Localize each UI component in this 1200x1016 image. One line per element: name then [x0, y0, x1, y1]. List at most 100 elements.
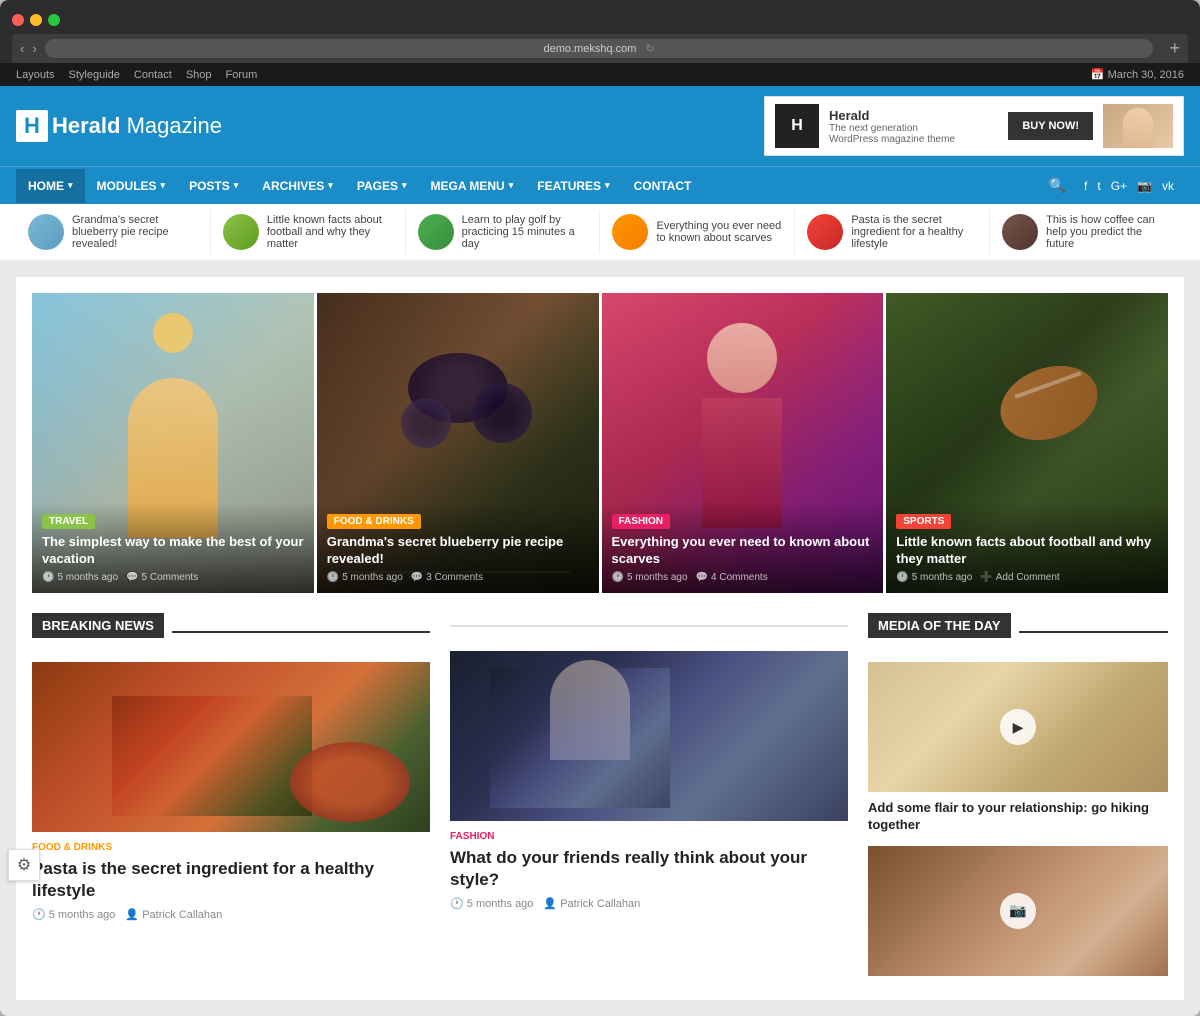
breaking-article-2-image	[450, 651, 848, 821]
ticker-item-2[interactable]: Little known facts about football and wh…	[211, 210, 406, 254]
category-badge-travel: TRAVEL	[42, 514, 95, 529]
blueberry-shape-3	[472, 383, 532, 443]
media-image-2: 📷	[868, 846, 1168, 976]
blueberry-shape-2	[401, 398, 451, 448]
ticker-text-4: Everything you ever need to known about …	[656, 220, 782, 244]
browser-chrome: ‹ › demo.mekshq.com ↻ +	[0, 0, 1200, 63]
nav-item-home[interactable]: HOME ▾	[16, 169, 85, 203]
minimize-button[interactable]	[30, 14, 42, 26]
main-nav: HOME ▾ MODULES ▾ POSTS ▾ ARCHIVES ▾ PAGE…	[0, 166, 1200, 204]
category-badge-food: FOOD & DRINKS	[327, 514, 421, 529]
new-tab-icon[interactable]: +	[1169, 38, 1180, 59]
ticker-thumb-5	[807, 214, 843, 250]
ticker-item-4[interactable]: Everything you ever need to known about …	[600, 210, 795, 254]
clock-icon: 🕐 5 months ago	[450, 897, 533, 910]
browser-dots	[12, 8, 1188, 34]
calendar-icon: 📅	[1091, 69, 1105, 81]
top-nav-styleguide[interactable]: Styleguide	[69, 69, 120, 81]
chevron-down-icon: ▾	[328, 180, 333, 191]
featured-meta-fashion: 🕐 5 months ago 💬 4 Comments	[612, 572, 874, 583]
browser-toolbar: ‹ › demo.mekshq.com ↻ +	[12, 34, 1188, 63]
nav-item-contact[interactable]: CONTACT	[622, 169, 704, 203]
search-icon[interactable]: 🔍	[1041, 167, 1074, 204]
ticker-item-6[interactable]: This is how coffee can help you predict …	[990, 210, 1184, 254]
chevron-down-icon: ▾	[509, 180, 514, 191]
breaking-article-2[interactable]: FASHION What do your friends really thin…	[450, 651, 848, 910]
chevron-down-icon: ▾	[402, 180, 407, 191]
nav-item-pages[interactable]: PAGES ▾	[345, 169, 419, 203]
nav-item-archives[interactable]: ARCHIVES ▾	[250, 169, 345, 203]
featured-item-sports[interactable]: SPORTS Little known facts about football…	[886, 293, 1168, 593]
clock-icon: 🕐 5 months ago	[32, 908, 115, 921]
ticker-item-1[interactable]: Grandma's secret blueberry pie recipe re…	[16, 210, 211, 254]
logo-text: Herald Magazine	[52, 113, 222, 139]
maximize-button[interactable]	[48, 14, 60, 26]
featured-title-travel: The simplest way to make the best of you…	[42, 534, 304, 568]
close-button[interactable]	[12, 14, 24, 26]
author-icon: 👤 Patrick Callahan	[125, 908, 222, 921]
media-of-day-title: Media of the day	[868, 613, 1011, 638]
featured-item-fashion[interactable]: FASHION Everything you ever need to know…	[602, 293, 884, 593]
article-title-2: What do your friends really think about …	[450, 847, 848, 891]
nav-item-posts[interactable]: POSTS ▾	[177, 169, 250, 203]
ticker-text-5: Pasta is the secret ingredient for a hea…	[851, 214, 977, 250]
browser-window: ‹ › demo.mekshq.com ↻ + Layouts Stylegui…	[0, 0, 1200, 1016]
nav-item-mega-menu[interactable]: MEGA MENU ▾	[418, 169, 525, 203]
ticker-item-5[interactable]: Pasta is the secret ingredient for a hea…	[795, 210, 990, 254]
featured-item-travel[interactable]: TRAVEL The simplest way to make the best…	[32, 293, 314, 593]
nav-item-features[interactable]: FEATURES ▾	[525, 169, 621, 203]
ticker-text-2: Little known facts about football and wh…	[267, 214, 393, 250]
top-nav-contact[interactable]: Contact	[134, 69, 172, 81]
ticker-thumb-6	[1002, 214, 1038, 250]
featured-overlay-fashion: FASHION Everything you ever need to know…	[602, 502, 884, 593]
browser-forward-icon[interactable]: ›	[32, 41, 36, 56]
vk-icon[interactable]: vk	[1162, 179, 1174, 193]
comments-icon: 💬 5 Comments	[126, 572, 198, 583]
browser-address-bar[interactable]: demo.mekshq.com ↻	[45, 39, 1154, 58]
breaking-article-1-image	[32, 662, 430, 832]
settings-gear-button[interactable]: ⚙	[8, 849, 40, 881]
camera-button-icon[interactable]: 📷	[1000, 893, 1036, 929]
browser-reload-icon[interactable]: ↻	[645, 43, 654, 55]
comments-icon: 💬 4 Comments	[696, 572, 768, 583]
header-ad-banner[interactable]: H Herald The next generation WordPress m…	[764, 96, 1184, 156]
nav-items-list: HOME ▾ MODULES ▾ POSTS ▾ ARCHIVES ▾ PAGE…	[16, 169, 1041, 203]
twitter-icon[interactable]: t	[1097, 179, 1100, 193]
content-box: TRAVEL The simplest way to make the best…	[16, 277, 1184, 1000]
ticker-item-3[interactable]: Learn to play golf by practicing 15 minu…	[406, 210, 601, 254]
top-nav-shop[interactable]: Shop	[186, 69, 212, 81]
article-category-1: FOOD & DRINKS	[32, 842, 430, 853]
site-logo[interactable]: H Herald Magazine	[16, 110, 222, 142]
top-nav-bar: Layouts Styleguide Contact Shop Forum 📅 …	[0, 63, 1200, 86]
featured-item-food[interactable]: FOOD & DRINKS Grandma's secret blueberry…	[317, 293, 599, 593]
nav-item-modules[interactable]: MODULES ▾	[85, 169, 178, 203]
featured-overlay-sports: SPORTS Little known facts about football…	[886, 502, 1168, 593]
breaking-article-1[interactable]: FOOD & DRINKS Pasta is the secret ingred…	[32, 662, 430, 921]
media-card-1-title: Add some flair to your relationship: go …	[868, 800, 1168, 834]
top-nav-layouts[interactable]: Layouts	[16, 69, 55, 81]
play-button-icon[interactable]: ▶	[1000, 709, 1036, 745]
google-plus-icon[interactable]: G+	[1111, 179, 1127, 193]
top-nav-forum[interactable]: Forum	[226, 69, 258, 81]
comments-icon: 💬 3 Comments	[411, 572, 483, 583]
football-shape	[990, 353, 1108, 453]
top-nav-date: 📅 March 30, 2016	[1091, 68, 1184, 81]
browser-url: demo.mekshq.com	[543, 43, 636, 55]
browser-back-icon[interactable]: ‹	[20, 41, 24, 56]
clock-icon: 🕐 5 months ago	[42, 572, 118, 583]
hat-shape	[153, 313, 193, 353]
gear-icon: ⚙	[17, 855, 31, 875]
add-comment-link[interactable]: ➕ Add Comment	[980, 572, 1059, 583]
media-card-1[interactable]: ▶ Add some flair to your relationship: g…	[868, 662, 1168, 834]
face-shape	[707, 323, 777, 393]
featured-meta-food: 🕐 5 months ago 💬 3 Comments	[327, 572, 589, 583]
media-card-2[interactable]: 📷	[868, 846, 1168, 976]
instagram-icon[interactable]: 📷	[1137, 179, 1152, 193]
facebook-icon[interactable]: f	[1084, 179, 1087, 193]
category-badge-sports: SPORTS	[896, 514, 951, 529]
featured-meta-sports: 🕐 5 months ago ➕ Add Comment	[896, 572, 1158, 583]
ticker-thumb-2	[223, 214, 259, 250]
ad-buy-button[interactable]: BUY NOW!	[1008, 112, 1093, 140]
chevron-down-icon: ▾	[234, 180, 239, 191]
breaking-news-col-1: Breaking News FOOD & DRINKS Pasta is the…	[32, 613, 430, 984]
